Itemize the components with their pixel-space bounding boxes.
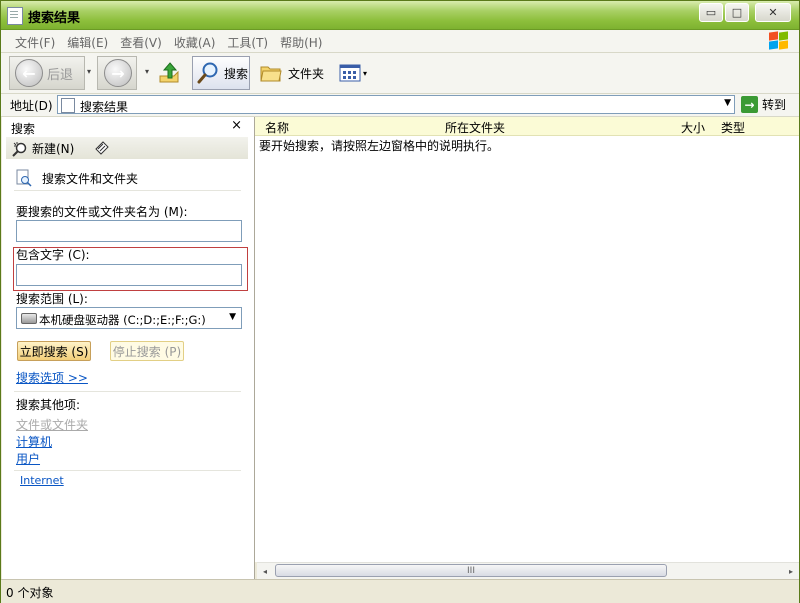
back-label: 后退 [47, 67, 74, 83]
column-size[interactable]: 大小 [681, 119, 705, 136]
filename-label: 要搜索的文件或文件夹名为 (M): [16, 205, 188, 219]
divider [14, 391, 241, 392]
search-computers-link[interactable]: 计算机 [16, 433, 52, 450]
new-search-icon [12, 141, 27, 157]
search-files-label: 搜索文件和文件夹 [42, 171, 139, 186]
back-arrow-icon: ← [15, 59, 43, 87]
search-files-heading: 搜索文件和文件夹 [16, 169, 138, 187]
status-bar: 0 个对象 [1, 579, 799, 603]
forward-button[interactable]: → [97, 56, 137, 90]
horizontal-scrollbar[interactable]: ◂ III ▸ [257, 562, 799, 579]
search-internet-link[interactable]: Internet [20, 474, 64, 487]
menu-edit[interactable]: 编辑(E) [61, 34, 114, 51]
search-options-link[interactable]: 搜索选项 >> [16, 369, 88, 386]
minimize-button[interactable]: ▭ [699, 3, 723, 22]
search-pane: 搜索 × 新建(N) 搜索文件和文件夹 要搜索的文件或文件夹名为 (M): 包含… [2, 117, 255, 579]
explorer-window: 搜索结果 ▭ □ ✕ 文件(F) 编辑(E) 查看(V) 收藏(A) 工具(T)… [0, 0, 800, 603]
search-pane-title: 搜索 [11, 122, 36, 136]
toolbar: ← 后退 ▾ → ▾ 搜索 文件夹 ▾ [1, 53, 799, 94]
address-label: 地址(D) [10, 99, 53, 113]
menu-tools[interactable]: 工具(T) [221, 34, 274, 51]
search-pane-toolbar: 新建(N) [6, 137, 248, 159]
contains-text-label: 包含文字 (C): [16, 248, 90, 262]
menu-favorites[interactable]: 收藏(A) [168, 34, 222, 51]
back-history-dropdown[interactable]: ▾ [87, 67, 91, 76]
go-arrow-icon: → [741, 96, 758, 113]
address-dropdown-icon[interactable]: ▼ [724, 98, 731, 108]
title-bar[interactable]: 搜索结果 ▭ □ ✕ [1, 1, 799, 30]
windows-logo-icon [767, 31, 789, 51]
up-folder-icon [159, 62, 179, 83]
menu-view[interactable]: 查看(V) [114, 34, 168, 51]
views-button[interactable]: ▾ [336, 56, 372, 90]
search-other-files-link[interactable]: 文件或文件夹 [16, 416, 88, 433]
forward-history-dropdown[interactable]: ▾ [145, 67, 149, 76]
column-name[interactable]: 名称 [265, 119, 289, 136]
address-value: 搜索结果 [80, 100, 129, 114]
hard-drive-icon [21, 313, 37, 324]
scroll-right-icon[interactable]: ▸ [783, 563, 799, 579]
menu-help[interactable]: 帮助(H) [274, 34, 328, 51]
column-type[interactable]: 类型 [721, 119, 745, 136]
new-search-button[interactable]: 新建(N) [12, 140, 74, 157]
menu-file[interactable]: 文件(F) [9, 34, 61, 51]
back-button[interactable]: ← 后退 [9, 56, 85, 90]
magnifier-icon [197, 62, 218, 84]
views-icon [339, 64, 361, 82]
forward-arrow-icon: → [104, 59, 132, 87]
go-button[interactable]: → 转到 [741, 95, 786, 114]
stop-search-button[interactable]: 停止搜索 (P) [110, 341, 184, 361]
search-toolbar-button[interactable]: 搜索 [192, 56, 250, 90]
search-files-icon [16, 169, 32, 187]
scroll-left-icon[interactable]: ◂ [257, 563, 273, 579]
new-search-label: 新建(N) [32, 142, 75, 156]
scope-dropdown-icon: ▼ [229, 312, 236, 322]
views-dropdown-icon: ▾ [363, 68, 368, 78]
notebook-icon[interactable] [94, 140, 110, 156]
maximize-button[interactable]: □ [725, 3, 749, 22]
filename-input[interactable] [16, 220, 242, 242]
up-folder-button[interactable] [158, 56, 184, 90]
search-other-heading: 搜索其他项: [16, 398, 81, 412]
scroll-thumb[interactable]: III [275, 564, 667, 577]
search-pane-header: 搜索 × [2, 117, 254, 136]
address-input[interactable]: 搜索结果 ▼ [57, 95, 735, 114]
column-headers: 名称 所在文件夹 大小 类型 [255, 117, 799, 136]
status-text: 0 个对象 [6, 586, 54, 600]
search-toolbar-label: 搜索 [224, 66, 249, 81]
search-results-icon [61, 98, 75, 113]
address-bar: 地址(D) 搜索结果 ▼ → 转到 [1, 94, 799, 117]
folders-label: 文件夹 [288, 66, 325, 81]
search-scope-label: 搜索范围 (L): [16, 292, 88, 306]
divider [14, 470, 241, 471]
search-scope-value: 本机硬盘驱动器 (C:;D:;E:;F:;G:) [39, 313, 206, 327]
column-folder[interactable]: 所在文件夹 [445, 119, 505, 136]
document-icon [7, 7, 23, 25]
window-controls: ▭ □ ✕ [699, 3, 791, 22]
divider [14, 190, 241, 191]
go-label: 转到 [762, 98, 787, 112]
search-now-button[interactable]: 立即搜索 (S) [17, 341, 91, 361]
folder-icon [260, 66, 282, 82]
close-button[interactable]: ✕ [755, 3, 791, 22]
contains-text-input[interactable] [16, 264, 242, 286]
window-title: 搜索结果 [28, 11, 81, 26]
folders-button[interactable]: 文件夹 [256, 56, 326, 90]
search-users-link[interactable]: 用户 [16, 450, 40, 467]
menu-bar: 文件(F) 编辑(E) 查看(V) 收藏(A) 工具(T) 帮助(H) [1, 30, 799, 53]
pane-close-icon[interactable]: × [231, 118, 242, 133]
results-instruction: 要开始搜索，请按照左边窗格中的说明执行。 [259, 139, 500, 153]
search-scope-select[interactable]: 本机硬盘驱动器 (C:;D:;E:;F:;G:) ▼ [16, 307, 242, 329]
results-list: 名称 所在文件夹 大小 类型 要开始搜索，请按照左边窗格中的说明执行。 [255, 117, 799, 562]
